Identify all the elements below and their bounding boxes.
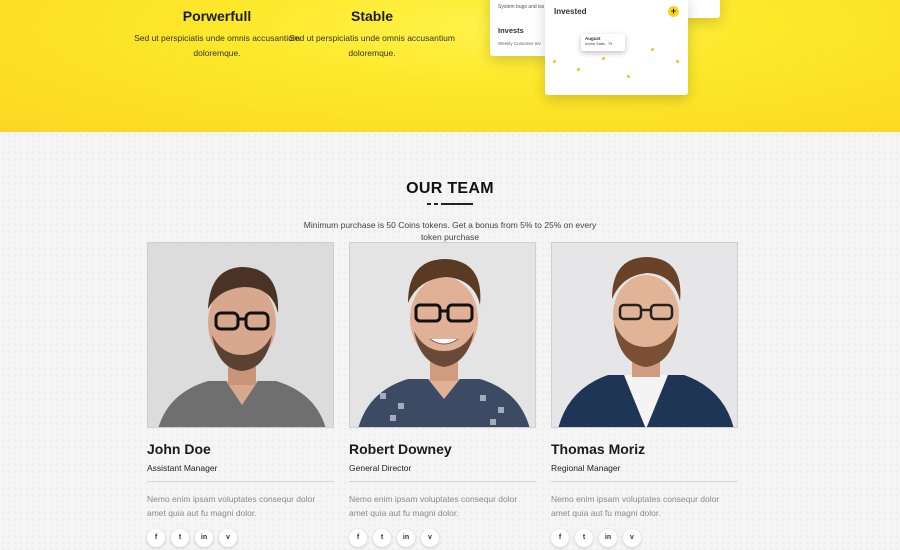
invests-card: System bugs and iss Invests Weekly Custo… bbox=[490, 0, 548, 56]
title-divider bbox=[427, 203, 473, 205]
side-card bbox=[686, 0, 720, 18]
plus-icon[interactable]: + bbox=[668, 6, 679, 17]
chart-point bbox=[577, 68, 580, 71]
facebook-icon[interactable]: f bbox=[147, 529, 165, 547]
team-title: OUR TEAM bbox=[406, 180, 494, 197]
member-name: John Doe bbox=[147, 441, 211, 457]
chart-point bbox=[553, 60, 556, 63]
member-photo bbox=[551, 242, 738, 428]
card-title: Invests bbox=[498, 26, 524, 35]
twitter-icon[interactable]: t bbox=[171, 529, 189, 547]
tooltip-text: Invest Stats : 79 bbox=[585, 42, 613, 46]
feature-title: Porwerfull bbox=[182, 8, 252, 24]
feature-powerful: Porwerfull Sed ut perspiciatis unde omni… bbox=[132, 8, 302, 61]
feature-text: Sed ut perspiciatis unde omnis accusanti… bbox=[289, 33, 455, 58]
social-links: f t in v bbox=[551, 529, 738, 547]
social-links: f t in v bbox=[147, 529, 334, 547]
member-role: General Director bbox=[349, 463, 412, 473]
chart-point bbox=[602, 57, 605, 60]
chart-point bbox=[676, 60, 679, 63]
chart-point bbox=[627, 75, 630, 78]
twitter-icon[interactable]: t bbox=[575, 529, 593, 547]
team-member-card: Thomas Moriz Regional Manager Nemo enim … bbox=[551, 242, 738, 547]
member-description: Nemo enim ipsam voluptates consequr dolo… bbox=[349, 494, 518, 518]
team-member-card: John Doe Assistant Manager Nemo enim ips… bbox=[147, 242, 334, 547]
member-role: Assistant Manager bbox=[147, 463, 218, 473]
card-line: Weekly Customer Inv bbox=[498, 41, 541, 46]
linkedin-icon[interactable]: in bbox=[397, 529, 415, 547]
invested-card: Invested + August Invest Stats : 79 bbox=[545, 0, 688, 95]
member-photo bbox=[349, 242, 536, 428]
card-line: System bugs and iss bbox=[498, 4, 545, 10]
feature-text: Sed ut perspiciatis unde omnis accusanti… bbox=[134, 33, 300, 58]
member-description: Nemo enim ipsam voluptates consequr dolo… bbox=[551, 494, 720, 518]
twitter-icon[interactable]: t bbox=[373, 529, 391, 547]
social-links: f t in v bbox=[349, 529, 536, 547]
vimeo-icon[interactable]: v bbox=[421, 529, 439, 547]
card-title: Invested bbox=[554, 7, 587, 16]
facebook-icon[interactable]: f bbox=[551, 529, 569, 547]
chart-point bbox=[651, 48, 654, 51]
chart-tooltip: August Invest Stats : 79 bbox=[581, 34, 625, 51]
vimeo-icon[interactable]: v bbox=[623, 529, 641, 547]
member-name: Thomas Moriz bbox=[551, 441, 646, 457]
linkedin-icon[interactable]: in bbox=[195, 529, 213, 547]
tooltip-month: August bbox=[585, 36, 601, 41]
member-role: Regional Manager bbox=[551, 463, 621, 473]
facebook-icon[interactable]: f bbox=[349, 529, 367, 547]
divider bbox=[147, 481, 334, 482]
team-subtitle: Minimum purchase is 50 Coins tokens. Get… bbox=[303, 220, 597, 242]
divider bbox=[349, 481, 536, 482]
hero-band: Porwerfull Sed ut perspiciatis unde omni… bbox=[0, 0, 900, 132]
member-description: Nemo enim ipsam voluptates consequr dolo… bbox=[147, 494, 316, 518]
member-name: Robert Downey bbox=[349, 441, 452, 457]
linkedin-icon[interactable]: in bbox=[599, 529, 617, 547]
team-member-card: Robert Downey General Director Nemo enim… bbox=[349, 242, 536, 547]
vimeo-icon[interactable]: v bbox=[219, 529, 237, 547]
feature-stable: Stable Sed ut perspiciatis unde omnis ac… bbox=[287, 8, 457, 61]
divider bbox=[551, 481, 738, 482]
member-photo bbox=[147, 242, 334, 428]
feature-title: Stable bbox=[350, 8, 393, 24]
